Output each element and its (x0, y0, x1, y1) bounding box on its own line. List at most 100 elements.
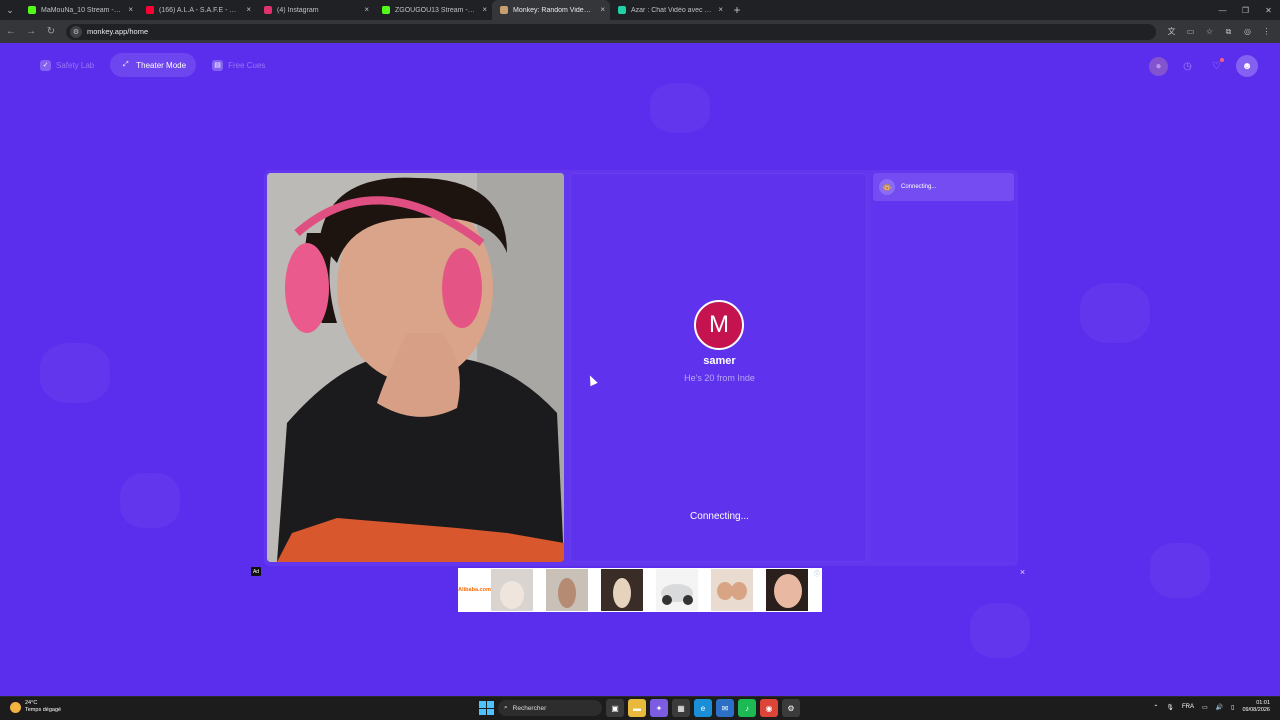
weather-widget[interactable]: 24°C Temps dégagé (10, 700, 61, 714)
restore-icon[interactable]: ❐ (1234, 0, 1257, 20)
back-arrow-icon[interactable]: ← (2, 23, 20, 41)
close-tab-icon[interactable]: × (600, 5, 605, 15)
tab-1[interactable]: MaMouNa_10 Stream - Watch × (20, 0, 138, 20)
clock[interactable]: 01:01 09/08/2026 (1242, 700, 1270, 714)
background-blob (1080, 283, 1150, 343)
tab-strip: ⌄ MaMouNa_10 Stream - Watch × (166) A.L.… (0, 0, 1280, 20)
battery-icon[interactable]: ▯ (1231, 704, 1234, 711)
ad-product-image[interactable] (491, 569, 533, 611)
ad-product-image[interactable] (656, 569, 698, 611)
profile-icon[interactable]: ◎ (1238, 22, 1257, 41)
ad-banner[interactable]: Alibaba.com ⓘ (458, 568, 822, 612)
background-blob (650, 83, 710, 133)
adchoices-icon[interactable]: ⓘ (814, 569, 820, 578)
chrome-icon[interactable]: ◉ (760, 699, 778, 717)
monkey-favicon-icon (500, 6, 508, 14)
translate-icon[interactable]: 文 (1162, 22, 1181, 41)
tab-title: Azar : Chat Vidéo avec de nouv (631, 6, 712, 14)
tab-2[interactable]: (166) A.L.A - S.A.F.E - YouTube × (138, 0, 256, 20)
ad-product-image[interactable] (601, 569, 643, 611)
tab-6[interactable]: Azar : Chat Vidéo avec de nouv × (610, 0, 728, 20)
menu-dots-icon[interactable]: ⋮ (1257, 22, 1276, 41)
user-avatar[interactable]: ☻ (1236, 55, 1258, 77)
file-explorer-icon[interactable]: ▬ (628, 699, 646, 717)
toolbar-actions: 文 ▭ ☆ ⧉ ◎ ⋮ (1162, 22, 1276, 41)
microphone-icon[interactable]: 🎙 (1166, 704, 1174, 711)
theater-mode-button[interactable]: ⤢ Theater Mode (110, 53, 197, 77)
chat-message: 🐵 Connecting... (873, 173, 1014, 201)
close-tab-icon[interactable]: × (128, 5, 133, 15)
ad-product-image[interactable] (546, 569, 588, 611)
edge-icon[interactable]: e (694, 699, 712, 717)
gift-icon: ▤ (212, 59, 224, 71)
ad-product-image[interactable] (711, 569, 753, 611)
tab-4[interactable]: ZGOUGOU13 Stream - Watch L × (374, 0, 492, 20)
azar-favicon-icon (618, 6, 626, 14)
instagram-favicon-icon (264, 6, 272, 14)
bookmark-star-icon[interactable]: ☆ (1200, 22, 1219, 41)
ad-label: Ad (251, 567, 261, 576)
history-clock-icon[interactable]: ◷ (1178, 57, 1197, 76)
cast-icon[interactable]: ▭ (1181, 22, 1200, 41)
site-info-icon[interactable]: ⚙ (70, 25, 82, 38)
close-window-icon[interactable]: ✕ (1257, 0, 1280, 20)
address-bar[interactable]: ⚙ monkey.app/home (66, 23, 1156, 40)
theater-mode-label: Theater Mode (136, 60, 187, 70)
reload-icon[interactable]: ↻ (42, 23, 60, 41)
extensions-icon[interactable]: ⧉ (1219, 22, 1238, 41)
youtube-favicon-icon (146, 6, 154, 14)
chat-panel: 🐵 Connecting... (871, 173, 1016, 562)
ad-product-image[interactable] (766, 569, 808, 611)
time: 01:01 (1256, 700, 1270, 706)
temperature: 24°C (25, 700, 38, 706)
free-cues-label: Free Cues (228, 60, 266, 70)
tab-search-icon[interactable]: ⌄ (0, 0, 20, 20)
tab-3[interactable]: (4) Instagram × (256, 0, 374, 20)
free-cues-button[interactable]: ▤ Free Cues (202, 53, 275, 77)
copilot-icon[interactable]: ✦ (650, 699, 668, 717)
chevron-up-icon[interactable]: ⌃ (1153, 704, 1158, 711)
tab-5-active[interactable]: Monkey: Random Video Ch × (492, 0, 610, 20)
chat-status-text: Connecting... (901, 184, 937, 190)
volume-icon[interactable]: 🔊 (1216, 704, 1223, 711)
network-icon[interactable]: ▭ (1202, 704, 1208, 711)
taskbar-search[interactable]: ⌕ Rechercher (498, 700, 602, 716)
system-tray: ⌃ 🎙 FRA ▭ 🔊 ▯ 01:01 09/08/2026 (1153, 700, 1270, 714)
close-tab-icon[interactable]: × (364, 5, 369, 15)
expand-icon: ⤢ (122, 61, 129, 68)
close-tab-icon[interactable]: × (246, 5, 251, 15)
tab-title: ZGOUGOU13 Stream - Watch L (395, 6, 476, 14)
top-nav: ✓ Safety Lab ⤢ Theater Mode ▤ Free Cues (30, 53, 275, 77)
camera-feed-image (267, 173, 564, 562)
partner-avatar: M (694, 300, 744, 350)
window-controls: — ❐ ✕ (1211, 0, 1280, 20)
search-placeholder: Rechercher (512, 704, 547, 712)
background-blob (40, 343, 110, 403)
settings-gear-icon[interactable]: ⚙ (782, 699, 800, 717)
new-tab-button[interactable]: + (728, 1, 746, 19)
forward-arrow-icon[interactable]: → (22, 23, 40, 41)
partner-info: He's 20 from Inde (684, 373, 755, 383)
close-tab-icon[interactable]: × (718, 5, 723, 15)
tab-title: Monkey: Random Video Ch (513, 6, 594, 14)
store-icon[interactable]: ▦ (672, 699, 690, 717)
friends-heart-icon[interactable]: ♡ (1207, 57, 1226, 76)
windows-taskbar: 24°C Temps dégagé ⌕ Rechercher ▣ ▬ ✦ ▦ e… (0, 696, 1280, 720)
close-tab-icon[interactable]: × (482, 5, 487, 15)
language-indicator[interactable]: FRA (1182, 704, 1194, 710)
coin-icon[interactable]: ● (1149, 56, 1168, 76)
date: 09/08/2026 (1242, 707, 1270, 713)
safety-lab-button[interactable]: ✓ Safety Lab (30, 53, 104, 77)
minimize-icon[interactable]: — (1211, 0, 1234, 20)
mail-icon[interactable]: ✉ (716, 699, 734, 717)
tab-title: (166) A.L.A - S.A.F.E - YouTube (159, 6, 240, 14)
partner-name: samer (703, 355, 736, 367)
kick-favicon-icon (382, 6, 390, 14)
safety-lab-label: Safety Lab (56, 60, 95, 70)
background-blob (120, 473, 180, 528)
spotify-icon[interactable]: ♪ (738, 699, 756, 717)
task-view-icon[interactable]: ▣ (606, 699, 624, 717)
windows-start-icon[interactable] (478, 700, 494, 716)
url-text[interactable]: monkey.app/home (87, 27, 148, 36)
ad-close-icon[interactable]: × (1017, 566, 1028, 577)
